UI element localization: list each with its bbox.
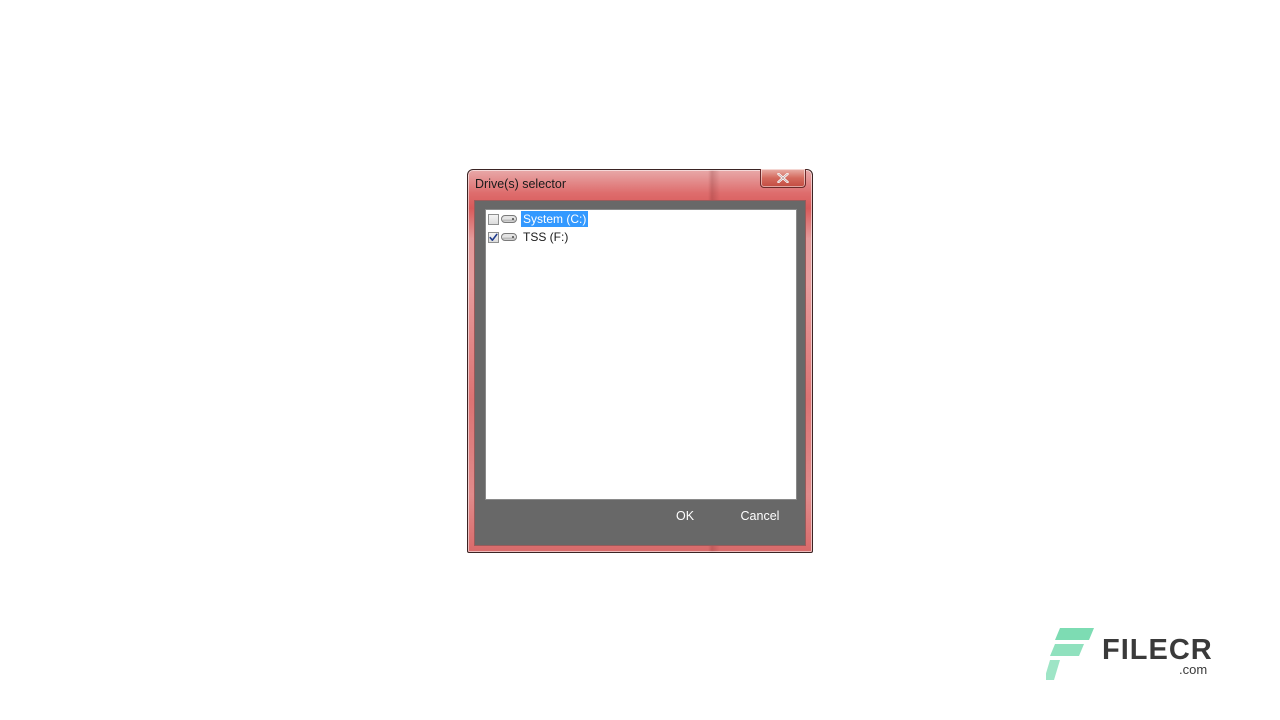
drive-icon (501, 233, 517, 241)
dialog-title: Drive(s) selector (475, 177, 566, 191)
watermark-suffix: .com (1179, 662, 1208, 677)
drive-tree[interactable]: System (C:) TSS (F:) (485, 209, 797, 500)
ok-button[interactable]: OK (665, 504, 705, 528)
dialog-client-area: System (C:) TSS (F:) OK Cancel (474, 200, 806, 546)
drive-label-system-c[interactable]: System (C:) (521, 211, 589, 227)
drive-label-tss-f[interactable]: TSS (F:) (521, 229, 570, 245)
drive-checkbox-tss-f[interactable] (488, 231, 499, 243)
drive-checkbox-system-c[interactable] (488, 213, 499, 225)
drive-item-tss-f[interactable]: TSS (F:) (488, 228, 570, 246)
cancel-button[interactable]: Cancel (733, 504, 787, 528)
filecr-logo-icon (1046, 628, 1094, 680)
drive-item-system-c[interactable]: System (C:) (488, 210, 589, 228)
drive-selector-dialog: Drive(s) selector System (C:) TSS (F:) O… (467, 169, 813, 553)
checkmark-icon (489, 233, 498, 241)
close-button[interactable] (760, 169, 806, 188)
drive-icon (501, 215, 517, 223)
close-icon (777, 173, 789, 183)
filecr-watermark: FILECR .com (1046, 626, 1216, 684)
